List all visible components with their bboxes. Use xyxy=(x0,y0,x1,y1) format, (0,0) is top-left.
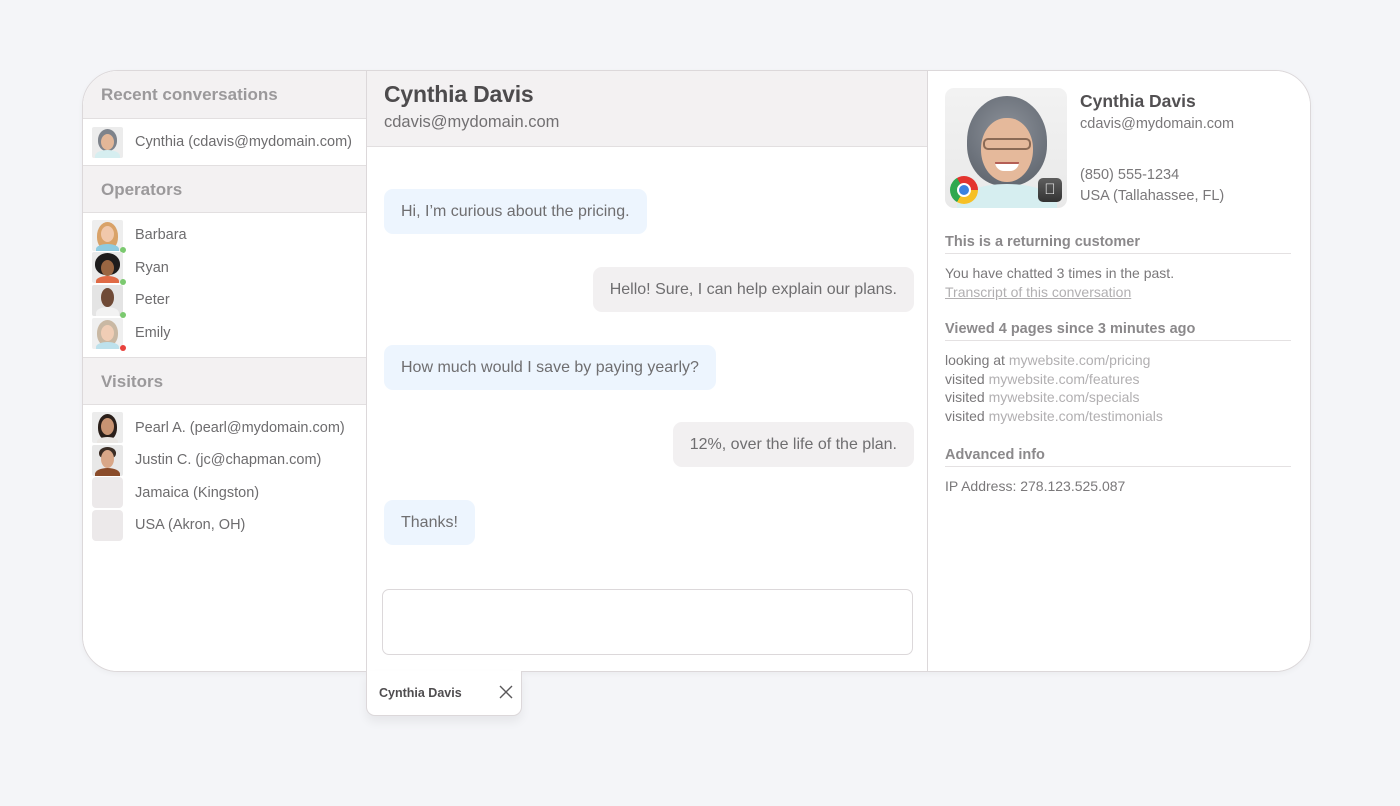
advanced-info-section: Advanced info IP Address: 278.123.525.08… xyxy=(945,447,1295,496)
operator-label: Emily xyxy=(135,325,171,342)
page-visit-verb: looking at xyxy=(945,352,1005,368)
avatar xyxy=(92,317,126,351)
chat-app-window: Recent conversations Cynthia (cdavis@myd… xyxy=(82,70,1311,672)
page-visit-row: visited mywebsite.com/features xyxy=(945,370,1295,389)
chat-count-text: You have chatted 3 times in the past. xyxy=(945,265,1175,281)
visitor-label: Justin C. (jc@chapman.com) xyxy=(135,452,322,469)
visitors-header: Visitors xyxy=(83,357,366,406)
recent-conversations-header: Recent conversations xyxy=(83,71,366,119)
message-bubble-operator: Hello! Sure, I can help explain our plan… xyxy=(592,267,914,312)
page-visit-row: visited mywebsite.com/specials xyxy=(945,388,1295,407)
operator-item-barbara[interactable]: Barbara xyxy=(83,219,366,253)
recent-conversation-item[interactable]: Cynthia (cdavis@mydomain.com) xyxy=(83,119,366,165)
returning-customer-section: This is a returning customer You have ch… xyxy=(945,234,1295,301)
chrome-browser-icon xyxy=(950,176,978,204)
avatar xyxy=(92,444,123,476)
recent-conversations-list: Cynthia (cdavis@mydomain.com) xyxy=(83,119,366,165)
operators-list: Barbara Ryan Peter Emily xyxy=(83,213,366,357)
page-visit-row: visited mywebsite.com/testimonials xyxy=(945,407,1295,426)
chat-pane: Cynthia Davis cdavis@mydomain.com Hi, I’… xyxy=(367,71,928,671)
page-visit-verb: visited xyxy=(945,389,985,405)
operator-label: Barbara xyxy=(135,227,187,244)
sidebar: Recent conversations Cynthia (cdavis@myd… xyxy=(83,71,367,671)
operator-label: Peter xyxy=(135,292,170,309)
page-visit-url[interactable]: mywebsite.com/pricing xyxy=(1009,352,1151,368)
page-visit-url[interactable]: mywebsite.com/testimonials xyxy=(989,408,1163,424)
visitor-phone: (850) 555-1234 xyxy=(1080,167,1180,183)
visitor-label: Pearl A. (pearl@mydomain.com) xyxy=(135,419,345,436)
avatar-placeholder xyxy=(92,509,123,541)
message-bubble-visitor: Thanks! xyxy=(384,500,475,545)
avatar xyxy=(92,412,123,444)
chat-header: Cynthia Davis cdavis@mydomain.com xyxy=(367,71,927,147)
chat-contact-name: Cynthia Davis xyxy=(384,81,534,107)
avatar-placeholder xyxy=(92,477,123,509)
message-bubble-operator: 12%, over the life of the plan. xyxy=(672,422,914,467)
away-status-icon xyxy=(120,344,126,351)
apple-os-icon:  xyxy=(1038,178,1062,202)
recent-conversation-label: Cynthia (cdavis@mydomain.com) xyxy=(135,134,352,150)
visitor-item[interactable]: Pearl A. (pearl@mydomain.com) xyxy=(83,411,366,444)
chat-tab-label: Cynthia Davis xyxy=(379,686,462,700)
returning-customer-heading: This is a returning customer xyxy=(945,234,1291,254)
avatar xyxy=(92,284,126,318)
visitor-profile:  Cynthia Davis cdavis@mydomain.com (850… xyxy=(945,88,1295,208)
message-input[interactable] xyxy=(383,590,912,654)
visitor-email: cdavis@mydomain.com xyxy=(1080,116,1235,132)
page-visit-verb: visited xyxy=(945,407,985,424)
message-bubble-visitor: How much would I save by paying yearly? xyxy=(384,345,716,390)
chat-tab[interactable]: Cynthia Davis xyxy=(366,671,522,716)
operator-item-ryan[interactable]: Ryan xyxy=(83,252,366,286)
message-list: Hi, I’m curious about the pricing. Hello… xyxy=(367,147,927,587)
operators-header: Operators xyxy=(83,165,366,213)
visitor-item[interactable]: Jamaica (Kingston) xyxy=(83,477,366,510)
visitor-item[interactable]: USA (Akron, OH) xyxy=(83,509,366,542)
visitor-photo:  xyxy=(945,88,1067,208)
visitor-item[interactable]: Justin C. (jc@chapman.com) xyxy=(83,444,366,477)
avatar xyxy=(92,252,126,286)
advanced-info-heading: Advanced info xyxy=(945,447,1291,467)
page-visit-url[interactable]: mywebsite.com/features xyxy=(989,371,1140,387)
visitors-list: Pearl A. (pearl@mydomain.com) Justin C. … xyxy=(83,405,366,549)
operator-item-peter[interactable]: Peter xyxy=(83,284,366,318)
page-visit-verb: visited xyxy=(945,370,985,387)
visitor-name: Cynthia Davis xyxy=(1080,91,1196,111)
visitor-label: Jamaica (Kingston) xyxy=(135,484,260,501)
message-bubble-visitor: Hi, I’m curious about the pricing. xyxy=(384,189,647,234)
visitor-info-panel:  Cynthia Davis cdavis@mydomain.com (850… xyxy=(928,71,1310,671)
chat-contact-email: cdavis@mydomain.com xyxy=(384,113,560,131)
avatar xyxy=(92,219,126,253)
message-composer[interactable] xyxy=(382,589,913,655)
page-visit-url[interactable]: mywebsite.com/specials xyxy=(989,389,1140,405)
close-icon[interactable] xyxy=(499,685,513,699)
transcript-link[interactable]: Transcript of this conversation xyxy=(945,284,1131,300)
pages-viewed-heading: Viewed 4 pages since 3 minutes ago xyxy=(945,321,1291,341)
ip-address: IP Address: 278.123.525.087 xyxy=(945,478,1126,494)
visitor-label: USA (Akron, OH) xyxy=(135,517,246,534)
avatar xyxy=(92,126,123,158)
page-visit-row: looking at mywebsite.com/pricing xyxy=(945,351,1295,370)
visitor-location: USA (Tallahassee, FL) xyxy=(1080,188,1225,204)
pages-viewed-section: Viewed 4 pages since 3 minutes ago looki… xyxy=(945,321,1295,425)
operator-label: Ryan xyxy=(135,259,169,276)
operator-item-emily[interactable]: Emily xyxy=(83,317,366,351)
